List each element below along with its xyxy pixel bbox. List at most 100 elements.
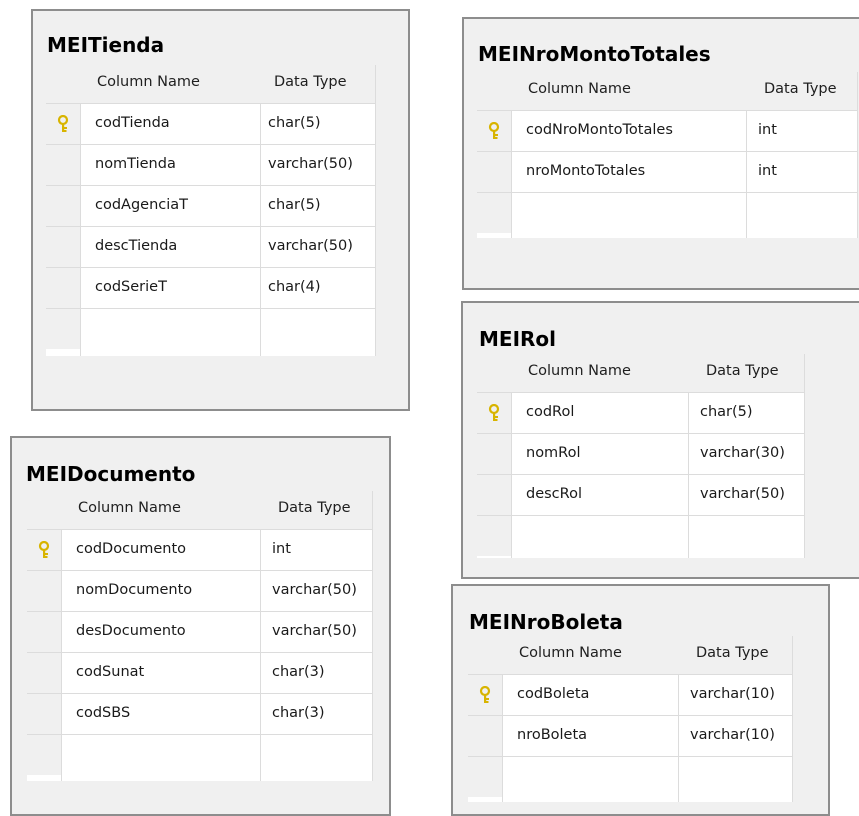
- table-meinroboleta[interactable]: MEINroBoleta Column Name Data Type codBole…: [451, 584, 830, 816]
- table-row[interactable]: codSerieT char(4): [46, 267, 375, 308]
- table-title: MEINroMontoTotales: [478, 42, 711, 66]
- empty-row[interactable]: [477, 515, 804, 556]
- column-name-cell[interactable]: codSBS: [76, 705, 130, 721]
- table-row[interactable]: nroMontoTotales int: [477, 151, 857, 192]
- row-selector[interactable]: [477, 516, 511, 556]
- data-type-header: Data Type: [696, 645, 769, 661]
- row-selector[interactable]: [46, 104, 80, 144]
- column-grid: Column Name Data Type codNroMontoTotales in…: [477, 72, 858, 238]
- data-type-cell[interactable]: varchar(10): [690, 727, 775, 743]
- column-name-cell[interactable]: nomTienda: [95, 156, 176, 172]
- column-name-cell[interactable]: nomDocumento: [76, 582, 192, 598]
- data-type-cell[interactable]: varchar(50): [268, 156, 353, 172]
- table-row[interactable]: codSunat char(3): [27, 652, 372, 693]
- row-selector[interactable]: [27, 530, 61, 570]
- empty-row[interactable]: [468, 756, 792, 797]
- row-selector[interactable]: [477, 475, 511, 515]
- table-row[interactable]: descRol varchar(50): [477, 474, 804, 515]
- data-type-cell[interactable]: int: [272, 541, 291, 557]
- table-row[interactable]: codDocumento int: [27, 529, 372, 570]
- row-selector[interactable]: [468, 716, 502, 756]
- table-row[interactable]: nomTienda varchar(50): [46, 144, 375, 185]
- row-selector[interactable]: [477, 193, 511, 233]
- row-selector[interactable]: [46, 268, 80, 308]
- column-name-cell[interactable]: codTienda: [95, 115, 170, 131]
- data-type-cell[interactable]: varchar(50): [272, 582, 357, 598]
- column-name-cell[interactable]: nroMontoTotales: [526, 163, 645, 179]
- row-selector[interactable]: [477, 111, 511, 151]
- table-row[interactable]: codSBS char(3): [27, 693, 372, 734]
- row-selector[interactable]: [468, 757, 502, 797]
- table-row[interactable]: nroBoleta varchar(10): [468, 715, 792, 756]
- row-selector[interactable]: [468, 675, 502, 715]
- row-selector[interactable]: [27, 653, 61, 693]
- row-selector[interactable]: [46, 309, 80, 349]
- data-type-cell[interactable]: char(4): [268, 279, 321, 295]
- column-name-cell[interactable]: desDocumento: [76, 623, 186, 639]
- table-row[interactable]: codNroMontoTotales int: [477, 110, 857, 151]
- table-row[interactable]: codRol char(5): [477, 392, 804, 433]
- column-name-cell[interactable]: nroBoleta: [517, 727, 587, 743]
- column-name-cell[interactable]: nomRol: [526, 445, 581, 461]
- data-type-cell[interactable]: varchar(10): [690, 686, 775, 702]
- row-selector[interactable]: [27, 571, 61, 611]
- table-row[interactable]: descTienda varchar(50): [46, 226, 375, 267]
- column-name-cell[interactable]: codSerieT: [95, 279, 167, 295]
- primary-key-icon: [488, 121, 500, 140]
- table-row[interactable]: nomRol varchar(30): [477, 433, 804, 474]
- column-name-cell[interactable]: codRol: [526, 404, 574, 420]
- data-type-header: Data Type: [764, 81, 837, 97]
- table-row[interactable]: codAgenciaT char(5): [46, 185, 375, 226]
- column-header-row: Column Name Data Type: [27, 491, 372, 529]
- column-name-cell[interactable]: descTienda: [95, 238, 177, 254]
- table-meidocumento[interactable]: MEIDocumento Column Name Data Type codDocu…: [10, 436, 391, 816]
- table-meitienda[interactable]: MEITienda Column Name Data Type codTienda c…: [31, 9, 410, 411]
- data-type-cell[interactable]: varchar(50): [268, 238, 353, 254]
- row-selector[interactable]: [27, 694, 61, 734]
- row-selector[interactable]: [46, 186, 80, 226]
- data-type-header: Data Type: [278, 500, 351, 516]
- table-title: MEIDocumento: [26, 462, 196, 486]
- data-type-cell[interactable]: char(3): [272, 664, 325, 680]
- column-name-cell[interactable]: codNroMontoTotales: [526, 122, 673, 138]
- column-name-cell[interactable]: codSunat: [76, 664, 144, 680]
- primary-key-icon: [479, 685, 491, 704]
- empty-row[interactable]: [27, 734, 372, 775]
- data-type-cell[interactable]: int: [758, 163, 777, 179]
- row-selector[interactable]: [27, 612, 61, 652]
- row-selector[interactable]: [477, 393, 511, 433]
- data-type-cell[interactable]: char(5): [268, 115, 321, 131]
- column-name-header: Column Name: [519, 645, 622, 661]
- row-selector[interactable]: [46, 145, 80, 185]
- column-grid: Column Name Data Type codDocumento int nomDo…: [27, 491, 373, 781]
- row-selector[interactable]: [46, 227, 80, 267]
- table-row[interactable]: codTienda char(5): [46, 103, 375, 144]
- table-row[interactable]: desDocumento varchar(50): [27, 611, 372, 652]
- column-name-cell[interactable]: codAgenciaT: [95, 197, 188, 213]
- empty-row[interactable]: [46, 308, 375, 349]
- row-selector[interactable]: [477, 434, 511, 474]
- data-type-cell[interactable]: varchar(50): [272, 623, 357, 639]
- table-title: MEIRol: [479, 327, 557, 351]
- column-name-cell[interactable]: descRol: [526, 486, 582, 502]
- primary-key-icon: [488, 403, 500, 422]
- column-header-row: Column Name Data Type: [46, 65, 375, 103]
- empty-row[interactable]: [477, 192, 857, 233]
- data-type-cell[interactable]: char(3): [272, 705, 325, 721]
- table-meirol[interactable]: MEIRol Column Name Data Type codRol char(5)…: [461, 301, 859, 579]
- table-meinromontototales[interactable]: MEINroMontoTotales Column Name Data Type c…: [462, 17, 859, 290]
- column-name-cell[interactable]: codBoleta: [517, 686, 589, 702]
- data-type-cell[interactable]: int: [758, 122, 777, 138]
- column-name-header: Column Name: [528, 81, 631, 97]
- data-type-cell[interactable]: char(5): [700, 404, 753, 420]
- data-type-cell[interactable]: varchar(30): [700, 445, 785, 461]
- row-selector[interactable]: [477, 152, 511, 192]
- column-header-row: Column Name Data Type: [468, 636, 792, 674]
- table-title: MEITienda: [47, 33, 165, 57]
- row-selector[interactable]: [27, 735, 61, 775]
- data-type-cell[interactable]: varchar(50): [700, 486, 785, 502]
- table-row[interactable]: codBoleta varchar(10): [468, 674, 792, 715]
- column-name-cell[interactable]: codDocumento: [76, 541, 186, 557]
- data-type-cell[interactable]: char(5): [268, 197, 321, 213]
- table-row[interactable]: nomDocumento varchar(50): [27, 570, 372, 611]
